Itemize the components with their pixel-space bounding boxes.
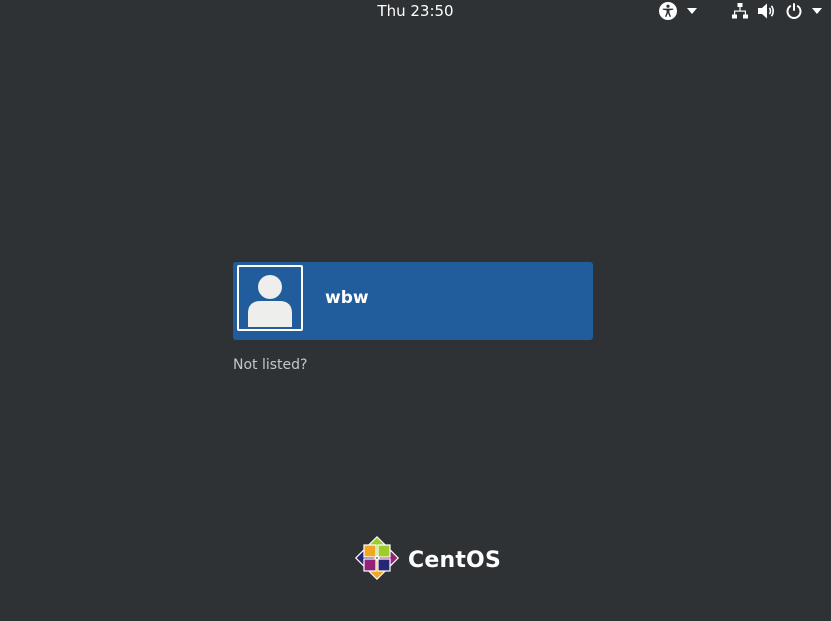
not-listed-link[interactable]: Not listed? <box>233 357 307 373</box>
system-menu[interactable] <box>731 1 831 21</box>
login-screen: Thu 23:50 wbw Not listed? CentOS <box>0 0 831 621</box>
centos-logo: CentOS <box>354 535 501 585</box>
clock[interactable]: Thu 23:50 <box>0 2 831 20</box>
dropdown-arrow-icon <box>811 7 823 15</box>
top-bar: Thu 23:50 <box>0 0 831 24</box>
volume-icon <box>757 2 777 20</box>
power-icon <box>785 2 803 20</box>
user-list-item[interactable]: wbw <box>233 262 593 340</box>
accessibility-icon <box>658 1 678 21</box>
dropdown-arrow-icon <box>686 7 698 15</box>
centos-logo-icon <box>354 535 400 585</box>
user-name: wbw <box>325 288 369 308</box>
accessibility-menu[interactable] <box>658 1 706 21</box>
user-avatar-icon <box>237 265 303 331</box>
logo-text: CentOS <box>408 547 501 573</box>
network-icon <box>731 2 749 20</box>
